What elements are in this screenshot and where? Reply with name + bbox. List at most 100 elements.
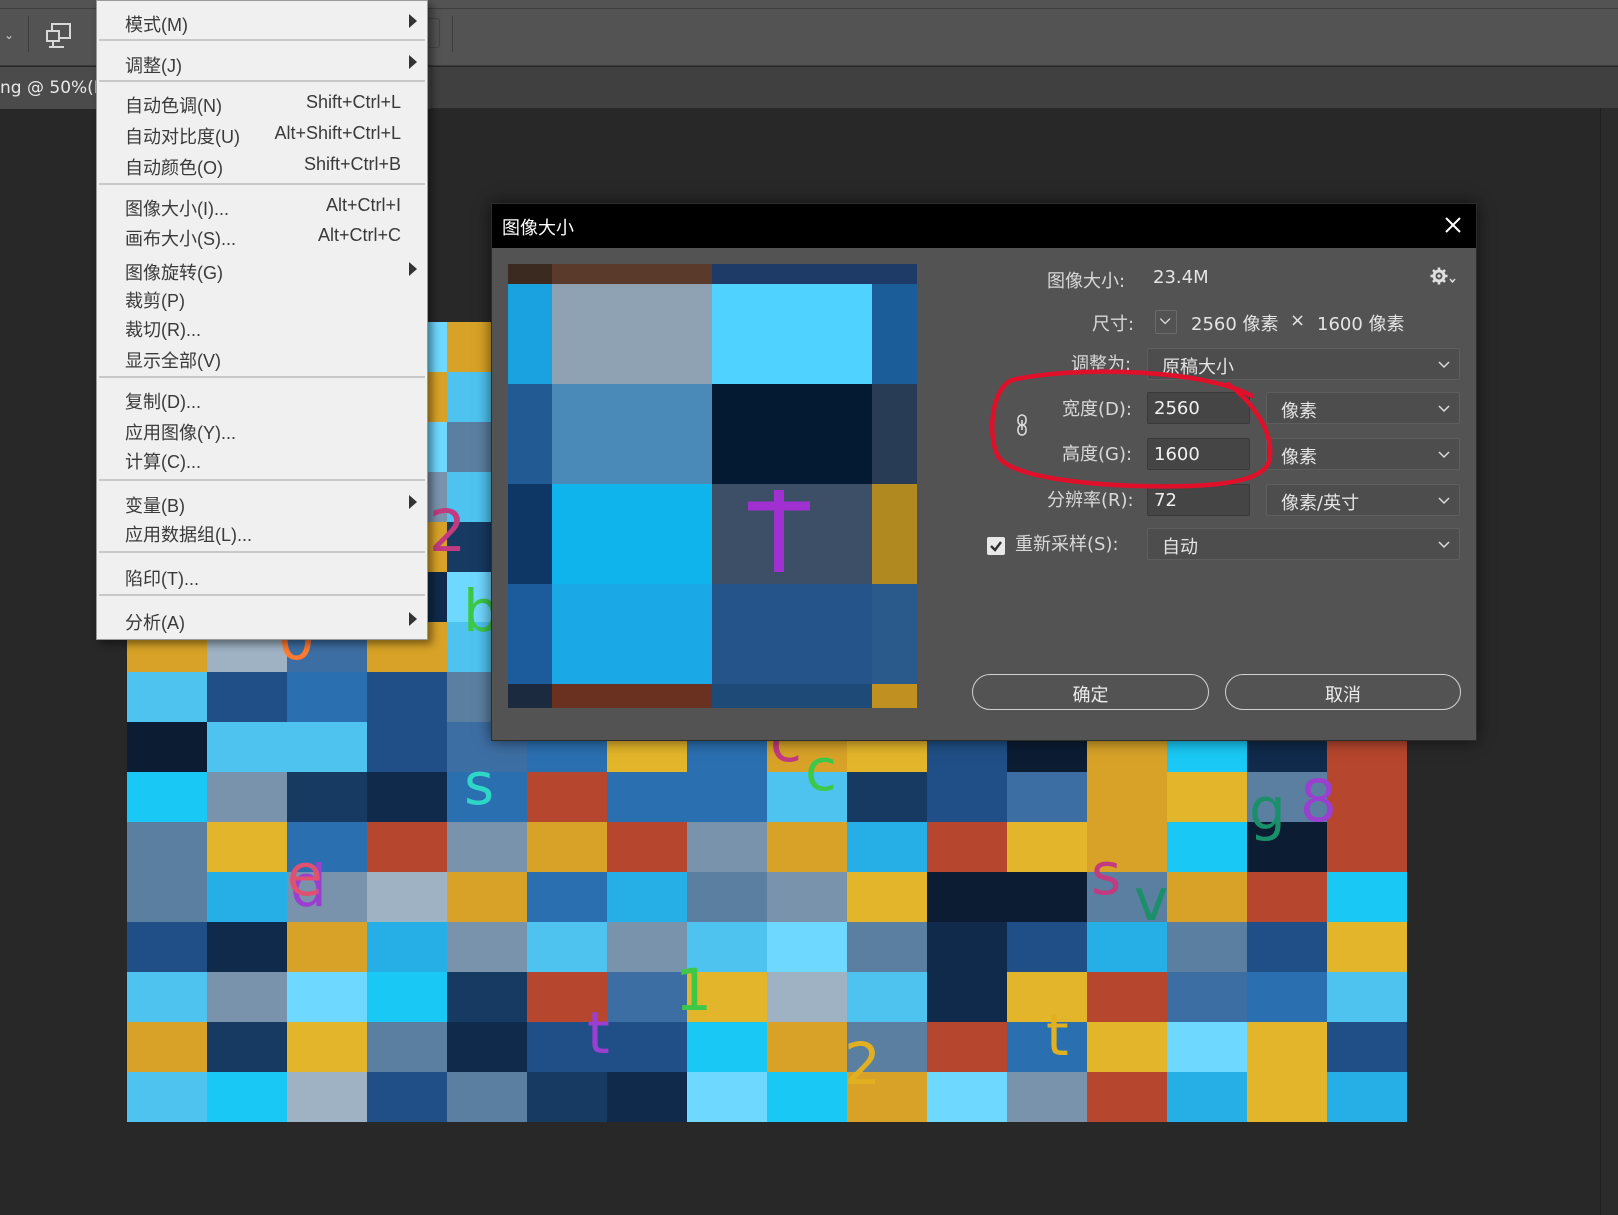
- menu-item-label: 裁剪(P): [125, 291, 185, 311]
- menu-item[interactable]: 自动颜色(O) Shift+Ctrl+B: [97, 150, 427, 178]
- preview-tile: [872, 384, 917, 484]
- menu-item[interactable]: 应用图像(Y)...: [97, 415, 427, 443]
- dimensions-height-value: 1600 像素: [1317, 314, 1405, 335]
- menu-item[interactable]: 模式(M): [97, 7, 427, 35]
- red-annotation-circle: [990, 369, 1273, 489]
- canvas-tile: [847, 922, 927, 972]
- preview-tile: [712, 584, 872, 684]
- preview-tile: [508, 684, 552, 708]
- canvas-tile: [367, 872, 447, 922]
- preview-tile: [872, 584, 917, 684]
- menu-separator: [99, 376, 425, 378]
- canvas-tile: [207, 1022, 287, 1072]
- canvas-tile: [607, 772, 687, 822]
- menu-item-label: 自动对比度(U): [125, 127, 240, 147]
- menu-item[interactable]: 调整(J): [97, 48, 427, 76]
- canvas-tile: [687, 1022, 767, 1072]
- preview-tile: [712, 384, 872, 484]
- image-preview[interactable]: [508, 264, 917, 708]
- menu-item-label: 应用图像(Y)...: [125, 423, 236, 443]
- canvas-tile: [527, 872, 607, 922]
- menu-item[interactable]: 裁切(R)...: [97, 312, 427, 340]
- submenu-arrow-icon: [409, 495, 417, 509]
- menu-separator: [99, 594, 425, 596]
- cancel-button[interactable]: 取消: [1225, 674, 1461, 710]
- transform-controls-icon[interactable]: [44, 21, 74, 49]
- resample-checkbox[interactable]: [987, 537, 1005, 555]
- canvas-tile: [1167, 972, 1247, 1022]
- canvas-tile: [1007, 1072, 1087, 1122]
- canvas-tile: [1087, 772, 1167, 822]
- menu-item[interactable]: 显示全部(V): [97, 343, 427, 371]
- menu-separator: [99, 551, 425, 553]
- canvas-tile: [207, 1072, 287, 1122]
- menu-separator: [99, 80, 425, 82]
- canvas-glyph: 2: [429, 497, 466, 565]
- menu-item[interactable]: 应用数据组(L)...: [97, 517, 427, 545]
- ok-button[interactable]: 确定: [972, 674, 1209, 710]
- canvas-tile: [367, 972, 447, 1022]
- canvas-tile: [1327, 772, 1407, 822]
- canvas-tile: [1087, 972, 1167, 1022]
- canvas-tile: [927, 1072, 1007, 1122]
- canvas-tile: [1247, 1022, 1327, 1072]
- canvas-tile: [767, 1022, 847, 1072]
- tool-preset-dropdown-icon[interactable]: ⌄: [4, 28, 14, 42]
- canvas-tile: [447, 822, 527, 872]
- menu-item[interactable]: 自动色调(N) Shift+Ctrl+L: [97, 88, 427, 116]
- gear-icon[interactable]: [1430, 266, 1456, 286]
- resample-dropdown[interactable]: 自动: [1147, 528, 1460, 560]
- canvas-tile: [927, 772, 1007, 822]
- canvas-tile: [127, 1022, 207, 1072]
- canvas-tile: [127, 922, 207, 972]
- preview-tile: [552, 264, 712, 284]
- canvas-tile: [847, 972, 927, 1022]
- menu-item-label: 模式(M): [125, 15, 188, 35]
- document-tab-title: ng @ 50%(R: [0, 78, 106, 98]
- menu-item[interactable]: 裁剪(P): [97, 283, 427, 311]
- canvas-tile: [207, 872, 287, 922]
- canvas-tile: [287, 922, 367, 972]
- menu-item[interactable]: 图像旋转(G): [97, 255, 427, 283]
- canvas-tile: [767, 1072, 847, 1122]
- menu-item[interactable]: 陷印(T)...: [97, 561, 427, 589]
- preview-tile: [712, 284, 872, 384]
- close-icon[interactable]: [1440, 212, 1466, 238]
- dimensions-unit-dropdown[interactable]: [1155, 310, 1177, 334]
- menu-item-shortcut: Alt+Shift+Ctrl+L: [274, 123, 401, 143]
- canvas-tile: [1087, 1022, 1167, 1072]
- dimensions-label: 尺寸:: [1092, 314, 1135, 335]
- canvas-tile: [287, 772, 367, 822]
- menu-item[interactable]: 复制(D)...: [97, 384, 427, 412]
- height-unit-dropdown[interactable]: 像素: [1266, 438, 1460, 470]
- preview-tile: [552, 384, 712, 484]
- menu-item[interactable]: 变量(B): [97, 488, 427, 516]
- canvas-tile: [447, 1022, 527, 1072]
- width-unit-dropdown[interactable]: 像素: [1266, 392, 1460, 424]
- canvas-tile: [447, 922, 527, 972]
- image-size-value: 23.4M: [1153, 267, 1209, 288]
- vertical-scrollbar[interactable]: [1600, 108, 1618, 1215]
- menu-item-shortcut: Shift+Ctrl+L: [305, 92, 401, 112]
- canvas-tile: [1327, 822, 1407, 872]
- canvas-tile: [287, 722, 367, 772]
- preview-tile: [508, 384, 552, 484]
- image-menu: 模式(M) 调整(J) 自动色调(N) Shift+Ctrl+L 自动对比度(U) Alt…: [96, 0, 428, 640]
- preview-tile: [872, 484, 917, 584]
- height-unit-value: 像素: [1281, 447, 1317, 468]
- menu-item[interactable]: 画布大小(S)... Alt+Ctrl+C: [97, 221, 427, 249]
- menu-item[interactable]: 自动对比度(U) Alt+Shift+Ctrl+L: [97, 119, 427, 147]
- canvas-tile: [127, 672, 207, 722]
- canvas-tile: [127, 972, 207, 1022]
- resolution-unit-dropdown[interactable]: 像素/英寸: [1266, 484, 1460, 516]
- canvas-tile: [767, 922, 847, 972]
- menu-item-label: 调整(J): [125, 56, 182, 76]
- preview-tile: [552, 484, 712, 584]
- canvas-tile: [1167, 772, 1247, 822]
- menu-item[interactable]: 图像大小(I)... Alt+Ctrl+I: [97, 191, 427, 219]
- canvas-tile: [847, 772, 927, 822]
- menu-item[interactable]: 分析(A): [97, 605, 427, 633]
- menu-item[interactable]: 计算(C)...: [97, 444, 427, 472]
- canvas-tile: [127, 1072, 207, 1122]
- canvas-glyph: 8: [1300, 767, 1337, 835]
